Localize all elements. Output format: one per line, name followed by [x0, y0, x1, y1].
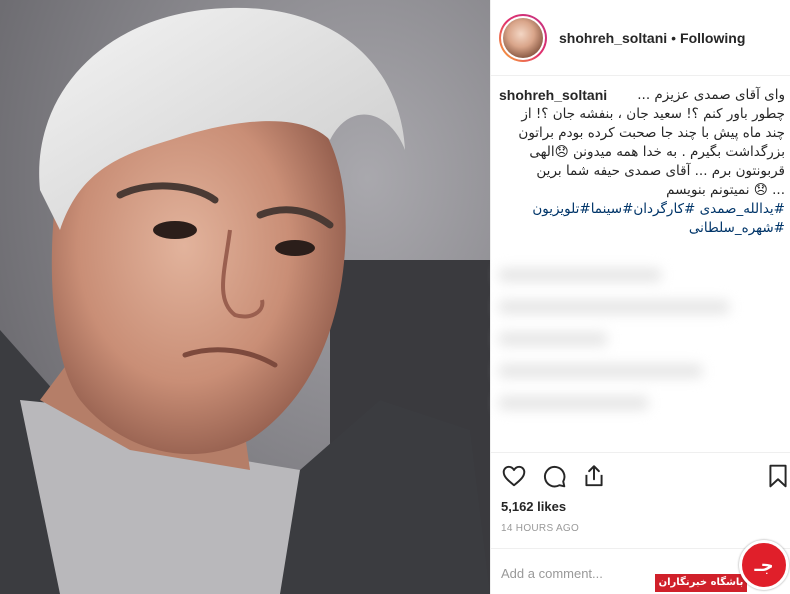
bookmark-icon[interactable] [765, 463, 790, 489]
post-timestamp[interactable]: 14 HOURS AGO [501, 523, 579, 534]
blurred-comments [499, 250, 769, 450]
post-details-panel: shohreh_soltani • Following shohreh_solt… [490, 0, 790, 594]
caption-line: قربونتون برم ... آقای صمدی حیفه شما برین [536, 163, 785, 179]
portrait-image [0, 0, 490, 594]
avatar-image [503, 17, 543, 58]
caption-line: چطور باور کنم ؟! سعید جان ، بنفشه جان ؟!… [521, 106, 785, 122]
caption-text: وای آقای صمدی عزیزم ... چطور باور کنم ؟!… [499, 86, 785, 238]
following-button[interactable]: Following [680, 30, 745, 46]
comment-icon[interactable] [541, 463, 567, 489]
separator-dot: • [671, 29, 677, 46]
post-caption: shohreh_soltani وای آقای صمدی عزیزم ... … [499, 86, 785, 238]
hashtag-link[interactable]: #شهره_سلطانی [499, 219, 785, 238]
share-icon[interactable] [581, 463, 607, 489]
caption-line: ... 😞 نمیتونم بنویسم [666, 182, 785, 198]
post-header: shohreh_soltani • Following [491, 0, 790, 76]
caption-line: بزرگداشت بگیرم . به خدا همه میدونن 😞الهی [529, 144, 785, 160]
hashtag-link[interactable]: #یدالله_صمدی #کارگردان#سینما#تلویزیون [499, 200, 785, 219]
watermark-logo: باشگاه خبرنگاران جـ [655, 540, 790, 594]
heart-icon[interactable] [501, 463, 527, 489]
header-username[interactable]: shohreh_soltani [559, 30, 667, 46]
watermark-letter: جـ [754, 554, 774, 576]
post-photo[interactable] [0, 0, 490, 594]
likes-count[interactable]: 5,162 likes [501, 499, 566, 514]
watermark-text: باشگاه خبرنگاران [655, 574, 747, 592]
caption-line: چند ماه پیش با چند جا صحبت کرده بودم برا… [518, 125, 785, 141]
caption-username[interactable]: shohreh_soltani [499, 86, 607, 105]
action-bar [491, 452, 790, 498]
avatar[interactable] [499, 13, 547, 62]
watermark-emblem-icon: جـ [739, 540, 789, 590]
